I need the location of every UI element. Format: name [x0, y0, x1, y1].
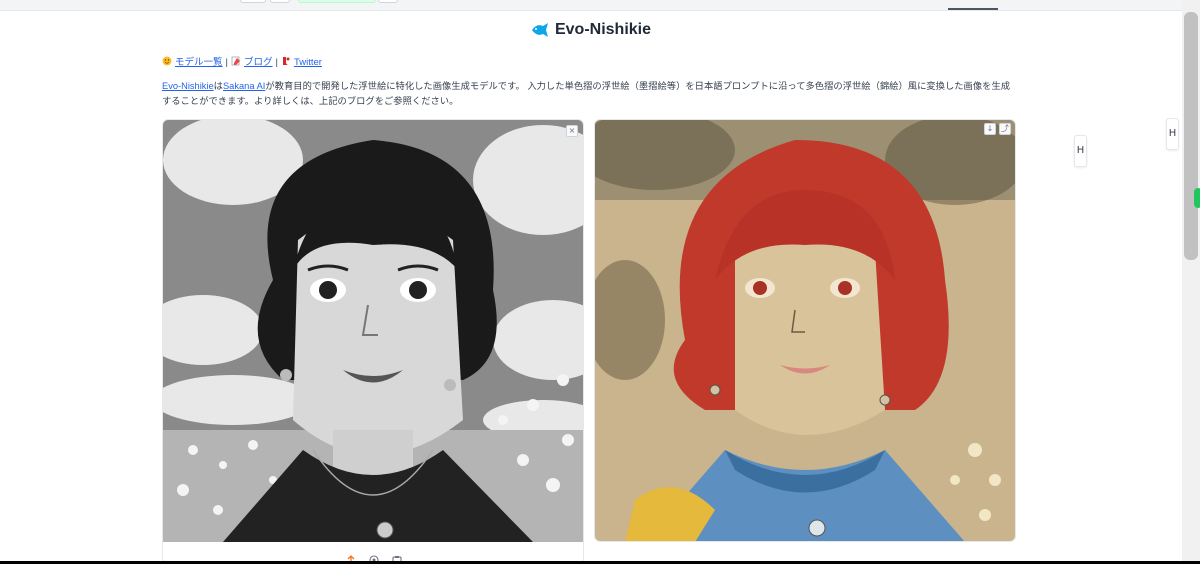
- tab-chip-active[interactable]: [298, 0, 376, 3]
- fish-icon: [531, 23, 549, 42]
- tab-chip[interactable]: [240, 0, 266, 3]
- memo-icon: [231, 56, 241, 66]
- description: Evo-NishikieはSakana AIが教育目的で開発した浮世絵に特化した…: [162, 79, 1018, 109]
- header-links: モデル一覧 | ブログ | Twitter: [162, 54, 322, 68]
- app-viewport: Evo-Nishikie モデル一覧 | ブログ | Twitter Evo-Nis…: [0, 0, 1182, 561]
- page-title-text: Evo-Nishikie: [554, 21, 652, 38]
- clipboard-icon[interactable]: [391, 552, 403, 561]
- fish-icon: [281, 56, 291, 66]
- scroll-indicator: [1194, 188, 1200, 208]
- side-panel-handle[interactable]: H: [1166, 118, 1179, 150]
- link-separator: |: [225, 57, 228, 68]
- tab-chip[interactable]: [378, 0, 398, 3]
- tab-chip[interactable]: [270, 0, 290, 3]
- scrollbar-thumb[interactable]: [1184, 12, 1198, 260]
- link-blog[interactable]: ブログ: [244, 57, 273, 68]
- input-image: [163, 120, 583, 542]
- link-sakana-ai[interactable]: Sakana AI: [223, 81, 265, 91]
- share-icon[interactable]: ⤴: [999, 123, 1011, 135]
- link-evo-nishikie[interactable]: Evo-Nishikie: [162, 81, 214, 91]
- clear-image-button[interactable]: ×: [566, 125, 578, 137]
- output-image: [595, 120, 1015, 541]
- input-image-panel[interactable]: ×: [162, 119, 584, 561]
- description-text: が教育目的で開発した浮世絵に特化した画像生成モデルです。 入力した単色摺の浮世絵…: [162, 81, 1011, 106]
- download-icon[interactable]: ↓: [984, 123, 996, 135]
- description-text: は: [213, 81, 223, 91]
- link-separator: |: [275, 57, 278, 68]
- upload-icon[interactable]: [345, 552, 357, 561]
- hugging-face-icon: [162, 56, 172, 66]
- link-twitter[interactable]: Twitter: [294, 57, 322, 68]
- vertical-scrollbar[interactable]: [1182, 0, 1200, 561]
- active-tab-indicator: [948, 8, 998, 10]
- webcam-icon[interactable]: [368, 552, 380, 561]
- link-model-list[interactable]: モデル一覧: [175, 57, 223, 68]
- output-image-panel[interactable]: ↓ ⤴: [594, 119, 1016, 542]
- page-title: Evo-Nishikie: [0, 21, 1182, 42]
- top-tab-strip: [0, 0, 1182, 11]
- input-source-toolbar: [163, 547, 583, 561]
- side-panel-handle[interactable]: H: [1074, 135, 1087, 167]
